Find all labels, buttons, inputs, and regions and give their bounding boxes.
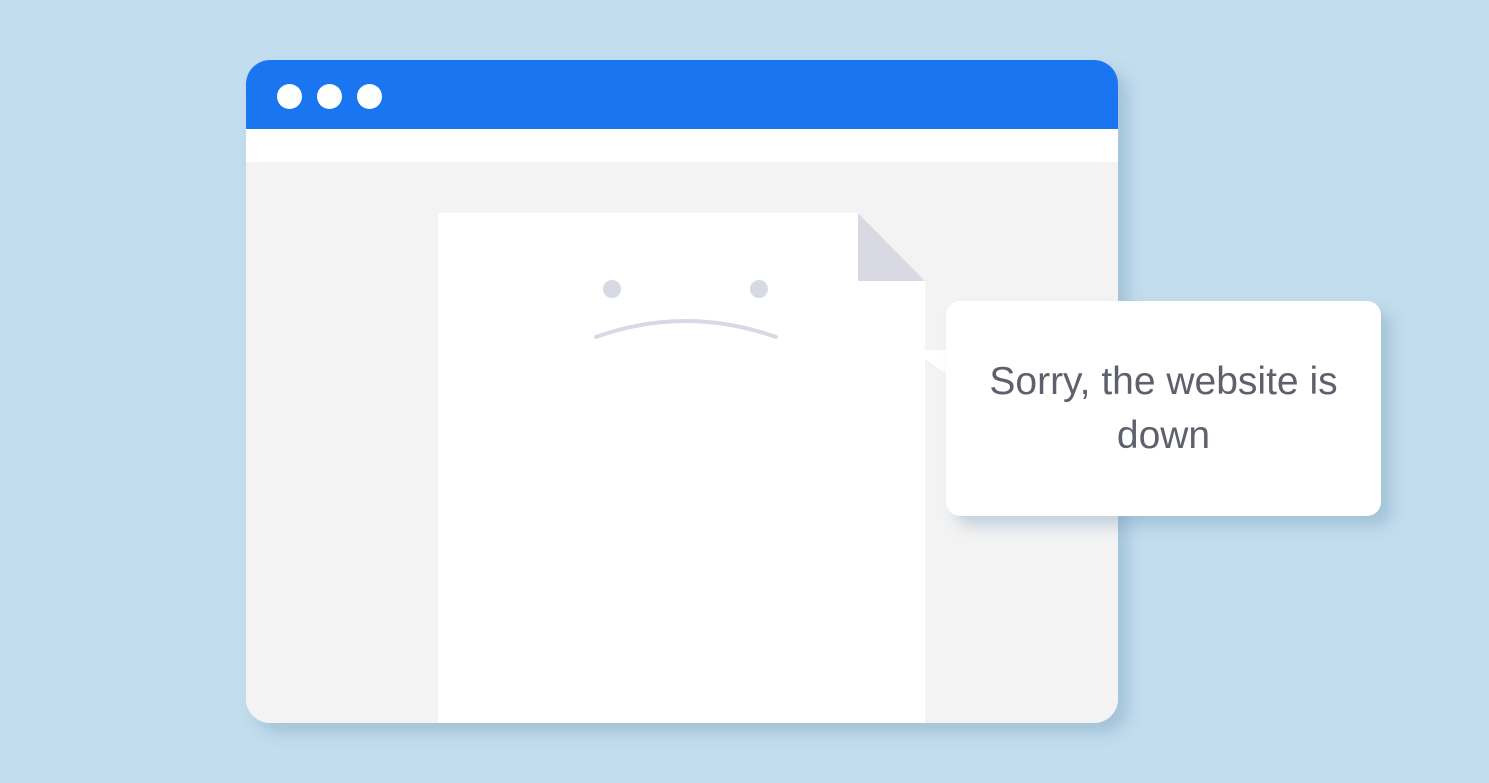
address-bar [246, 129, 1118, 162]
window-control-dot-icon [277, 84, 302, 109]
title-bar [246, 60, 1118, 129]
speech-bubble: Sorry, the website is down [946, 301, 1381, 516]
window-control-dot-icon [317, 84, 342, 109]
right-eye-icon [750, 280, 768, 298]
illustration-background: Sorry, the website is down [0, 0, 1489, 783]
error-document [438, 213, 925, 723]
left-eye-icon [603, 280, 621, 298]
window-control-dot-icon [357, 84, 382, 109]
document-page-icon [438, 213, 925, 723]
error-message: Sorry, the website is down [989, 359, 1338, 457]
